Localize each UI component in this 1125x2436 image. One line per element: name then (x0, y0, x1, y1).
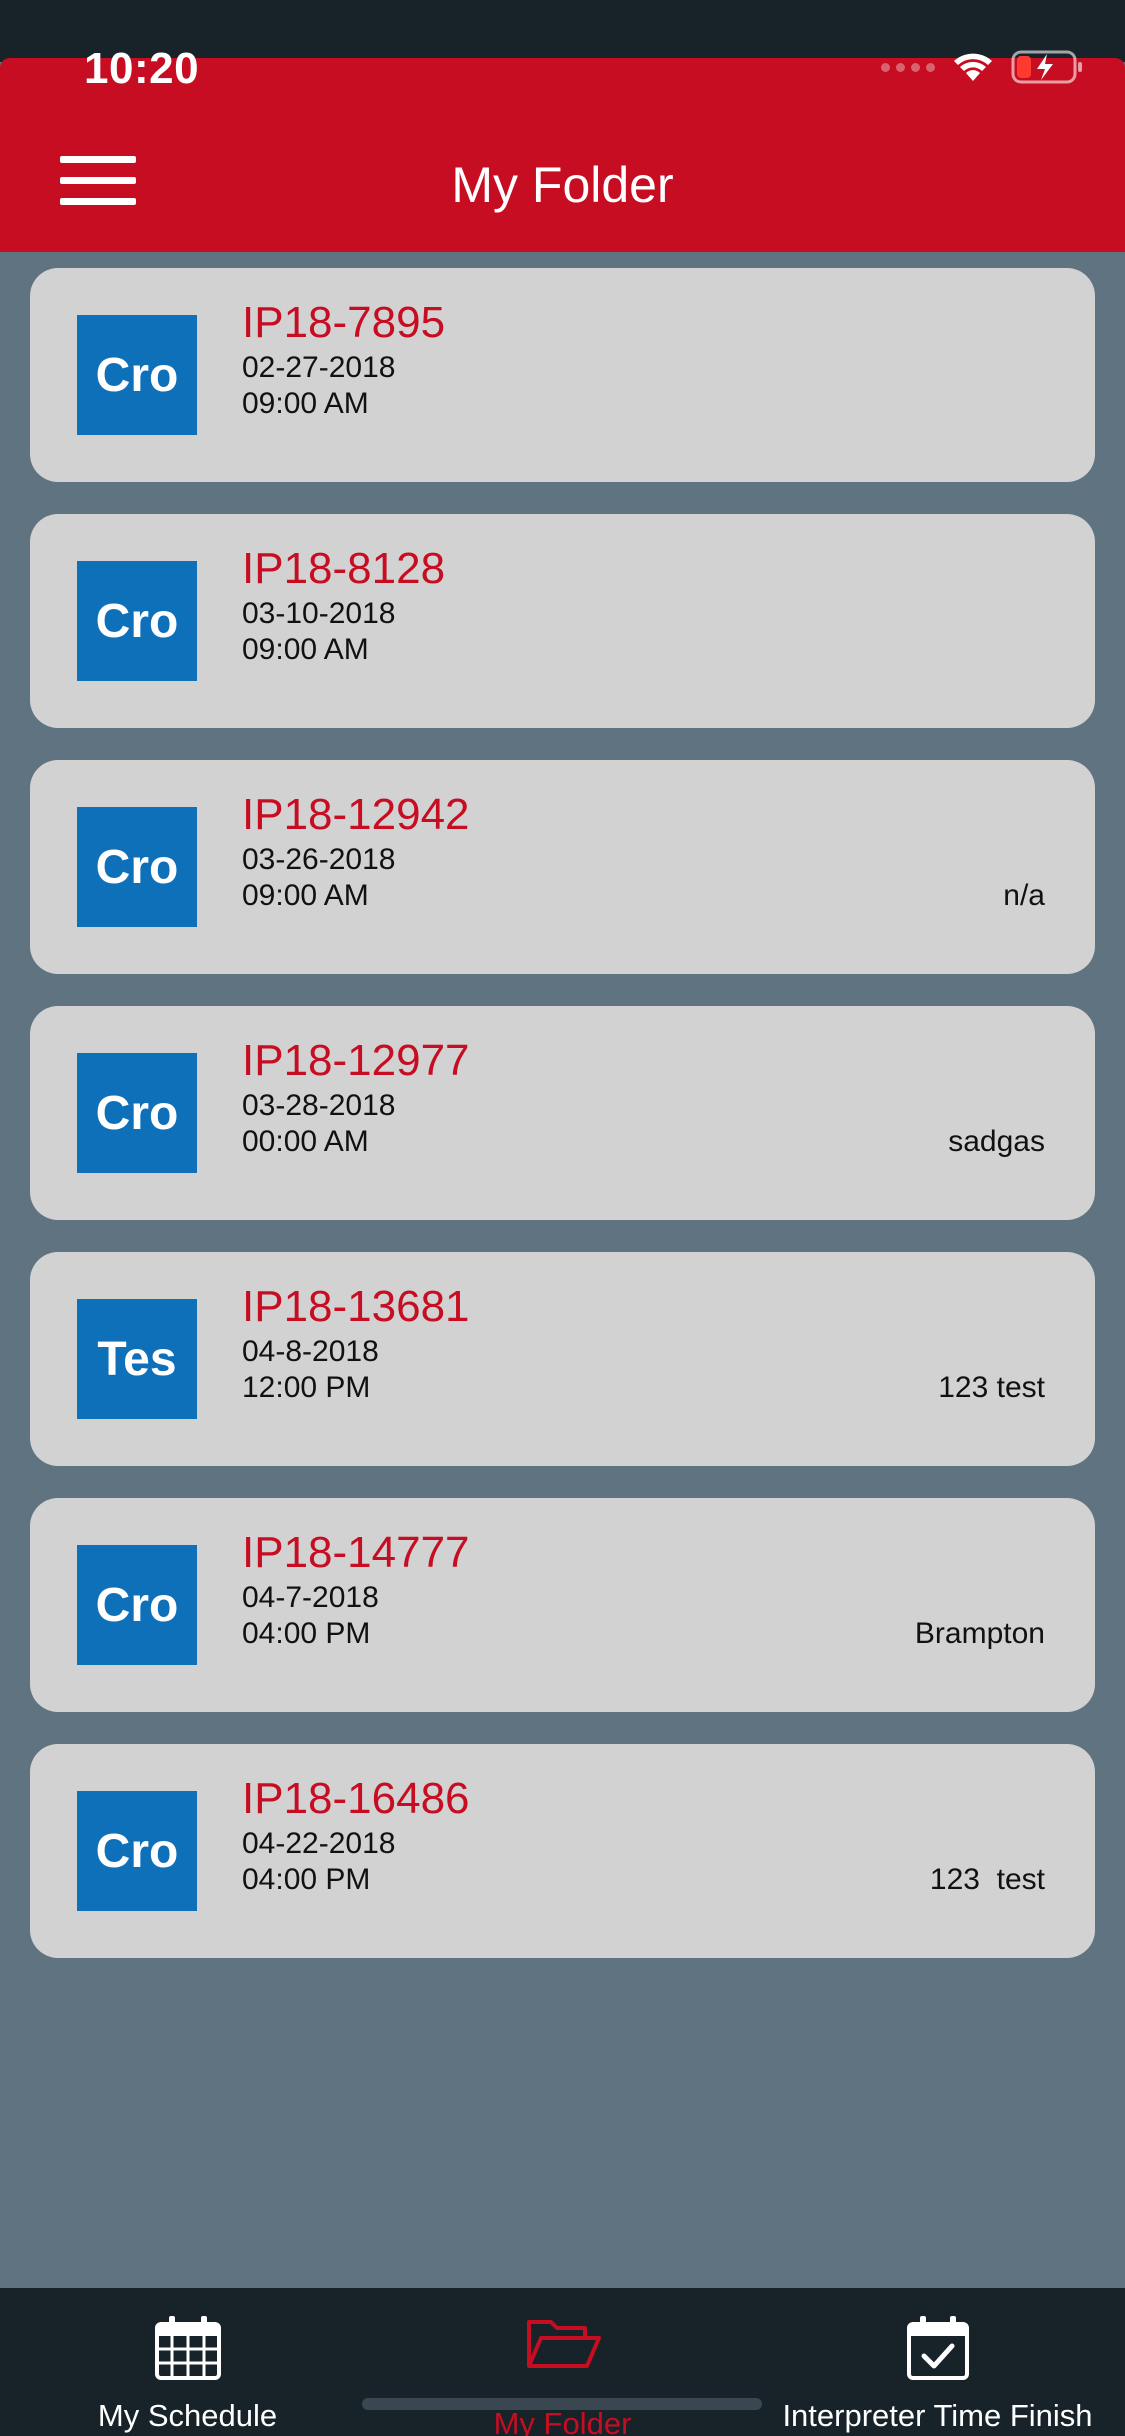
job-id: IP18-16486 (242, 1774, 470, 1823)
status-time: 10:20 (84, 44, 200, 93)
job-id: IP18-13681 (242, 1282, 470, 1331)
job-id: IP18-14777 (242, 1528, 470, 1577)
job-date: 04-7-2018 (242, 1581, 379, 1614)
job-note: Brampton (914, 1617, 1045, 1650)
job-note: 123 test (929, 1863, 1045, 1896)
tab-label: Interpreter Time Finish (782, 2398, 1093, 2433)
language-badge: Cro (77, 1791, 197, 1911)
page-title: My Folder (451, 157, 674, 213)
calendar-icon (154, 2316, 221, 2380)
job-id: IP18-8128 (242, 544, 446, 593)
job-id: IP18-12977 (242, 1036, 470, 1085)
calendar-check-icon (906, 2316, 969, 2380)
job-id: IP18-7895 (242, 298, 446, 347)
list-item[interactable]: Cro IP18-7895 02-27-2018 09:00 AM (30, 268, 1095, 482)
job-date: 03-28-2018 (242, 1089, 396, 1122)
job-date: 02-27-2018 (242, 351, 396, 384)
wifi-icon (954, 53, 992, 81)
language-badge: Tes (77, 1299, 197, 1419)
job-id: IP18-12942 (242, 790, 470, 839)
job-time: 09:00 AM (242, 633, 369, 666)
list-item[interactable]: Cro IP18-14777 04-7-2018 04:00 PM Brampt… (30, 1498, 1095, 1712)
status-icons (881, 50, 1085, 84)
job-note: n/a (1003, 879, 1045, 912)
list-item[interactable]: Cro IP18-16486 04-22-2018 04:00 PM 123 t… (30, 1744, 1095, 1958)
tab-label: My Folder (493, 2406, 632, 2436)
list-item[interactable]: Tes IP18-13681 04-8-2018 12:00 PM 123 te… (30, 1252, 1095, 1466)
job-note: sadgas (948, 1125, 1045, 1158)
job-date: 04-8-2018 (242, 1335, 379, 1368)
list-item[interactable]: Cro IP18-12977 03-28-2018 00:00 AM sadga… (30, 1006, 1095, 1220)
screen: 10:20 My Folder Cro IP18-7895 02-27-2018… (0, 0, 1125, 2436)
job-time: 00:00 AM (242, 1125, 369, 1158)
tab-bar: My Schedule My Folder Interpreter Time F… (0, 2288, 1125, 2436)
job-time: 04:00 PM (242, 1863, 371, 1896)
folder-list: Cro IP18-7895 02-27-2018 09:00 AM Cro IP… (30, 268, 1095, 1990)
tab-my-schedule[interactable]: My Schedule (0, 2288, 375, 2436)
job-time: 09:00 AM (242, 879, 369, 912)
language-badge: Cro (77, 315, 197, 435)
tab-interpreter-time-finish[interactable]: Interpreter Time Finish (750, 2288, 1125, 2436)
job-date: 03-26-2018 (242, 843, 396, 876)
list-item[interactable]: Cro IP18-8128 03-10-2018 09:00 AM (30, 514, 1095, 728)
language-badge: Cro (77, 561, 197, 681)
job-time: 12:00 PM (242, 1371, 371, 1404)
battery-charging-icon (1011, 50, 1082, 84)
folder-open-icon (526, 2320, 601, 2368)
job-note: 123 test (938, 1371, 1045, 1404)
language-badge: Cro (77, 1053, 197, 1173)
job-date: 03-10-2018 (242, 597, 396, 630)
job-time: 09:00 AM (242, 387, 369, 420)
tab-label: My Schedule (97, 2398, 278, 2433)
language-badge: Cro (77, 807, 197, 927)
home-indicator (362, 2398, 762, 2410)
job-date: 04-22-2018 (242, 1827, 396, 1860)
job-time: 04:00 PM (242, 1617, 371, 1650)
cellular-signal-icon (881, 62, 935, 72)
tab-my-folder[interactable]: My Folder (375, 2288, 750, 2436)
list-item[interactable]: Cro IP18-12942 03-26-2018 09:00 AM n/a (30, 760, 1095, 974)
language-badge: Cro (77, 1545, 197, 1665)
